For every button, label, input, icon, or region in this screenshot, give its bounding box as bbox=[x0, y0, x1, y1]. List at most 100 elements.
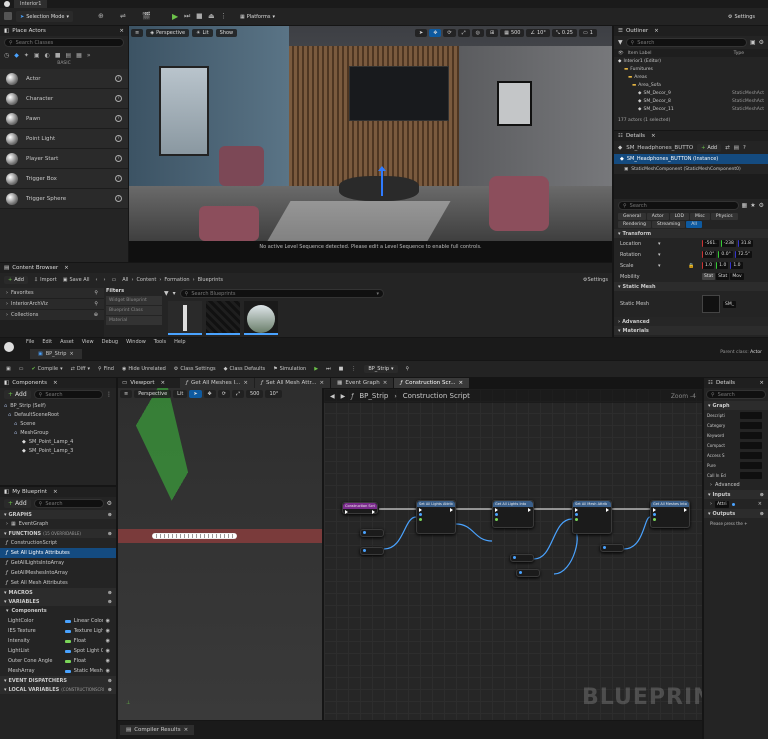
scale-y[interactable]: 1.0 bbox=[716, 262, 729, 269]
outputs-section[interactable]: ▾ Outputs ⊕ bbox=[704, 509, 768, 518]
add-local-variable-icon[interactable]: ⊕ bbox=[108, 687, 112, 693]
angle-snap-button[interactable]: ∠ 10° bbox=[526, 29, 550, 37]
component-tree-item[interactable]: ⌂ BP_Strip (Self) bbox=[0, 401, 116, 410]
static-mesh-section[interactable]: ▾ Static Mesh bbox=[614, 282, 768, 291]
eye-icon[interactable]: ◉ bbox=[106, 658, 110, 664]
chevron-down-icon[interactable]: ▾ bbox=[658, 263, 688, 269]
class-defaults-button[interactable]: ◆ Class Defaults bbox=[224, 366, 265, 372]
eye-icon[interactable]: ◉ bbox=[106, 648, 110, 654]
outliner-row[interactable]: ◆ Interior1 (Editor) bbox=[614, 57, 768, 65]
add-function-icon[interactable]: ⊕ bbox=[108, 531, 112, 537]
input-pin[interactable] bbox=[493, 517, 533, 522]
variables-section[interactable]: ▾ VARIABLES ⊕ bbox=[0, 597, 116, 606]
graphs-section[interactable]: ▾ GRAPHS ⊕ bbox=[0, 510, 116, 519]
scale-icon[interactable]: ⤢ bbox=[231, 390, 244, 398]
variable-item[interactable]: MeshArray Static Mesh ◉ bbox=[0, 666, 116, 676]
close-icon[interactable]: × bbox=[69, 351, 73, 357]
volumes-icon[interactable]: ▤ bbox=[66, 52, 72, 59]
bp-field-value[interactable] bbox=[740, 471, 762, 479]
close-icon[interactable]: × bbox=[64, 265, 69, 271]
all-classes-icon[interactable]: ▦ bbox=[76, 52, 82, 59]
graph-node[interactable]: Set All Lights Attrib bbox=[416, 500, 456, 534]
help-icon[interactable]: ? bbox=[115, 75, 122, 82]
perspective-button[interactable]: ◈ Perspective bbox=[146, 29, 190, 37]
close-icon[interactable]: × bbox=[459, 380, 464, 386]
blueprint-icon[interactable]: ⇌ bbox=[120, 12, 126, 20]
getter-node-5[interactable] bbox=[600, 544, 624, 552]
function-item[interactable]: ƒ Set All Mesh Attributes bbox=[0, 578, 116, 588]
getter-node-2[interactable] bbox=[360, 547, 384, 555]
instance-row[interactable]: ◆ SM_Headphones_BUTTON (Instance) bbox=[614, 154, 768, 164]
component-tree-item[interactable]: ⌂ Scene bbox=[0, 419, 116, 428]
save-icon[interactable]: ▣ bbox=[6, 366, 11, 372]
compiler-results-tab[interactable]: ▤ Compiler Results × bbox=[120, 725, 195, 735]
grid-snap-button[interactable]: 500 bbox=[245, 390, 264, 398]
filter-tab[interactable]: LOD bbox=[669, 213, 689, 220]
breadcrumb-content[interactable]: Content bbox=[136, 277, 156, 283]
cinematics-icon[interactable]: 🎬 bbox=[142, 12, 151, 20]
mesh-thumbnail[interactable] bbox=[702, 295, 720, 313]
star-icon[interactable]: ★ bbox=[750, 202, 755, 209]
bp-field-value[interactable] bbox=[740, 411, 762, 419]
details-search[interactable]: ⚲ Search bbox=[618, 201, 739, 210]
help-icon[interactable]: ? bbox=[115, 135, 122, 142]
asset-thumb-1[interactable] bbox=[168, 301, 202, 335]
chevron-down-icon[interactable]: ▾ bbox=[658, 241, 702, 247]
search-icon[interactable]: ⚲ bbox=[94, 301, 98, 307]
chevron-down-icon[interactable]: ▾ bbox=[658, 252, 702, 258]
rotation-z[interactable]: 72.5° bbox=[734, 251, 753, 258]
help-icon[interactable]: ? bbox=[115, 175, 122, 182]
input-name-field[interactable]: Attri bbox=[715, 500, 729, 508]
local-variables-section[interactable]: ▾ LOCAL VARIABLES (CONSTRUCTIONSCRI ⊕ bbox=[0, 685, 116, 694]
location-x[interactable]: -561. bbox=[702, 240, 719, 247]
mobility-static[interactable]: Stat bbox=[702, 273, 716, 280]
bp-advanced-row[interactable]: › Advanced bbox=[704, 480, 768, 490]
blueprint-add-icon[interactable]: ⇄ bbox=[725, 145, 730, 151]
close-icon[interactable]: × bbox=[654, 28, 659, 34]
scale-z[interactable]: 1.0 bbox=[730, 262, 743, 269]
add-folder-icon[interactable]: ▣ bbox=[750, 39, 756, 46]
actor-item[interactable]: Point Light ? bbox=[0, 129, 128, 149]
lock-icon[interactable]: 🔒 bbox=[688, 263, 702, 269]
close-icon[interactable]: × bbox=[759, 380, 764, 386]
translate-icon[interactable]: ✥ bbox=[429, 29, 442, 37]
graph-node[interactable]: Construction Script bbox=[342, 502, 378, 514]
add-collection-icon[interactable]: ⊕ bbox=[94, 312, 98, 318]
options-icon[interactable]: ⋮ bbox=[351, 366, 356, 372]
surface-snap-icon[interactable]: ⊞ bbox=[486, 29, 499, 37]
variable-item[interactable]: Outer Cone Angle Float ◉ bbox=[0, 656, 116, 666]
simulation-button[interactable]: ⚑ Simulation bbox=[273, 366, 306, 372]
basic-category-icon[interactable]: ◆ bbox=[14, 52, 19, 59]
folder-icon[interactable]: ▭ bbox=[112, 277, 117, 283]
class-settings-button[interactable]: ⚙ Class Settings bbox=[174, 366, 216, 372]
gear-icon[interactable]: ⚙ bbox=[107, 500, 112, 507]
filter-tab[interactable]: Misc bbox=[689, 213, 710, 220]
components-add-button[interactable]: + Add bbox=[4, 390, 31, 399]
event-dispatchers-section[interactable]: ▾ EVENT DISPATCHERS ⊕ bbox=[0, 676, 116, 685]
variable-item[interactable]: LightColor Linear Color ◉ bbox=[0, 616, 116, 626]
component-tree-item[interactable]: ⌂ MeshGroup bbox=[0, 428, 116, 437]
diff-button[interactable]: ⇄ Diff ▾ bbox=[71, 366, 90, 372]
eye-icon[interactable]: ◉ bbox=[106, 618, 110, 624]
col-item-label[interactable]: Item Label bbox=[628, 51, 652, 56]
debug-filter-icon[interactable]: ⚲ bbox=[406, 366, 410, 372]
bp-perspective-button[interactable]: Perspective bbox=[134, 390, 172, 398]
variable-item[interactable]: LightList Spot Light C ◉ bbox=[0, 646, 116, 656]
add-macro-icon[interactable]: ⊕ bbox=[108, 590, 112, 596]
compile-button[interactable]: ✔ Compile ▾ bbox=[31, 366, 62, 372]
rotation-x[interactable]: 0.0° bbox=[702, 251, 717, 258]
content-search[interactable]: ⚲ Search Blueprints ▾ bbox=[179, 289, 384, 298]
graph-tab[interactable]: ƒ Construction Scr... × bbox=[394, 378, 470, 388]
save-all-button[interactable]: ▣ Save All bbox=[63, 277, 90, 283]
mobility-movable[interactable]: Mov bbox=[730, 273, 744, 280]
details-object-name[interactable]: SM_Headphones_BUTTO bbox=[626, 145, 693, 151]
mode-dropdown[interactable]: ➤ Selection Mode ▾ bbox=[16, 11, 73, 22]
input-pin[interactable] bbox=[651, 517, 689, 522]
forward-icon[interactable]: › bbox=[104, 277, 106, 283]
bp-field-value[interactable] bbox=[740, 461, 762, 469]
eye-icon[interactable]: ◉ bbox=[106, 628, 110, 634]
transform-section[interactable]: ▾ Transform bbox=[614, 229, 768, 238]
place-actors-search[interactable]: ⚲ Search Classes bbox=[4, 38, 124, 47]
settings-button[interactable]: ⚙ Settings bbox=[724, 11, 759, 22]
show-button[interactable]: Show bbox=[215, 29, 238, 37]
